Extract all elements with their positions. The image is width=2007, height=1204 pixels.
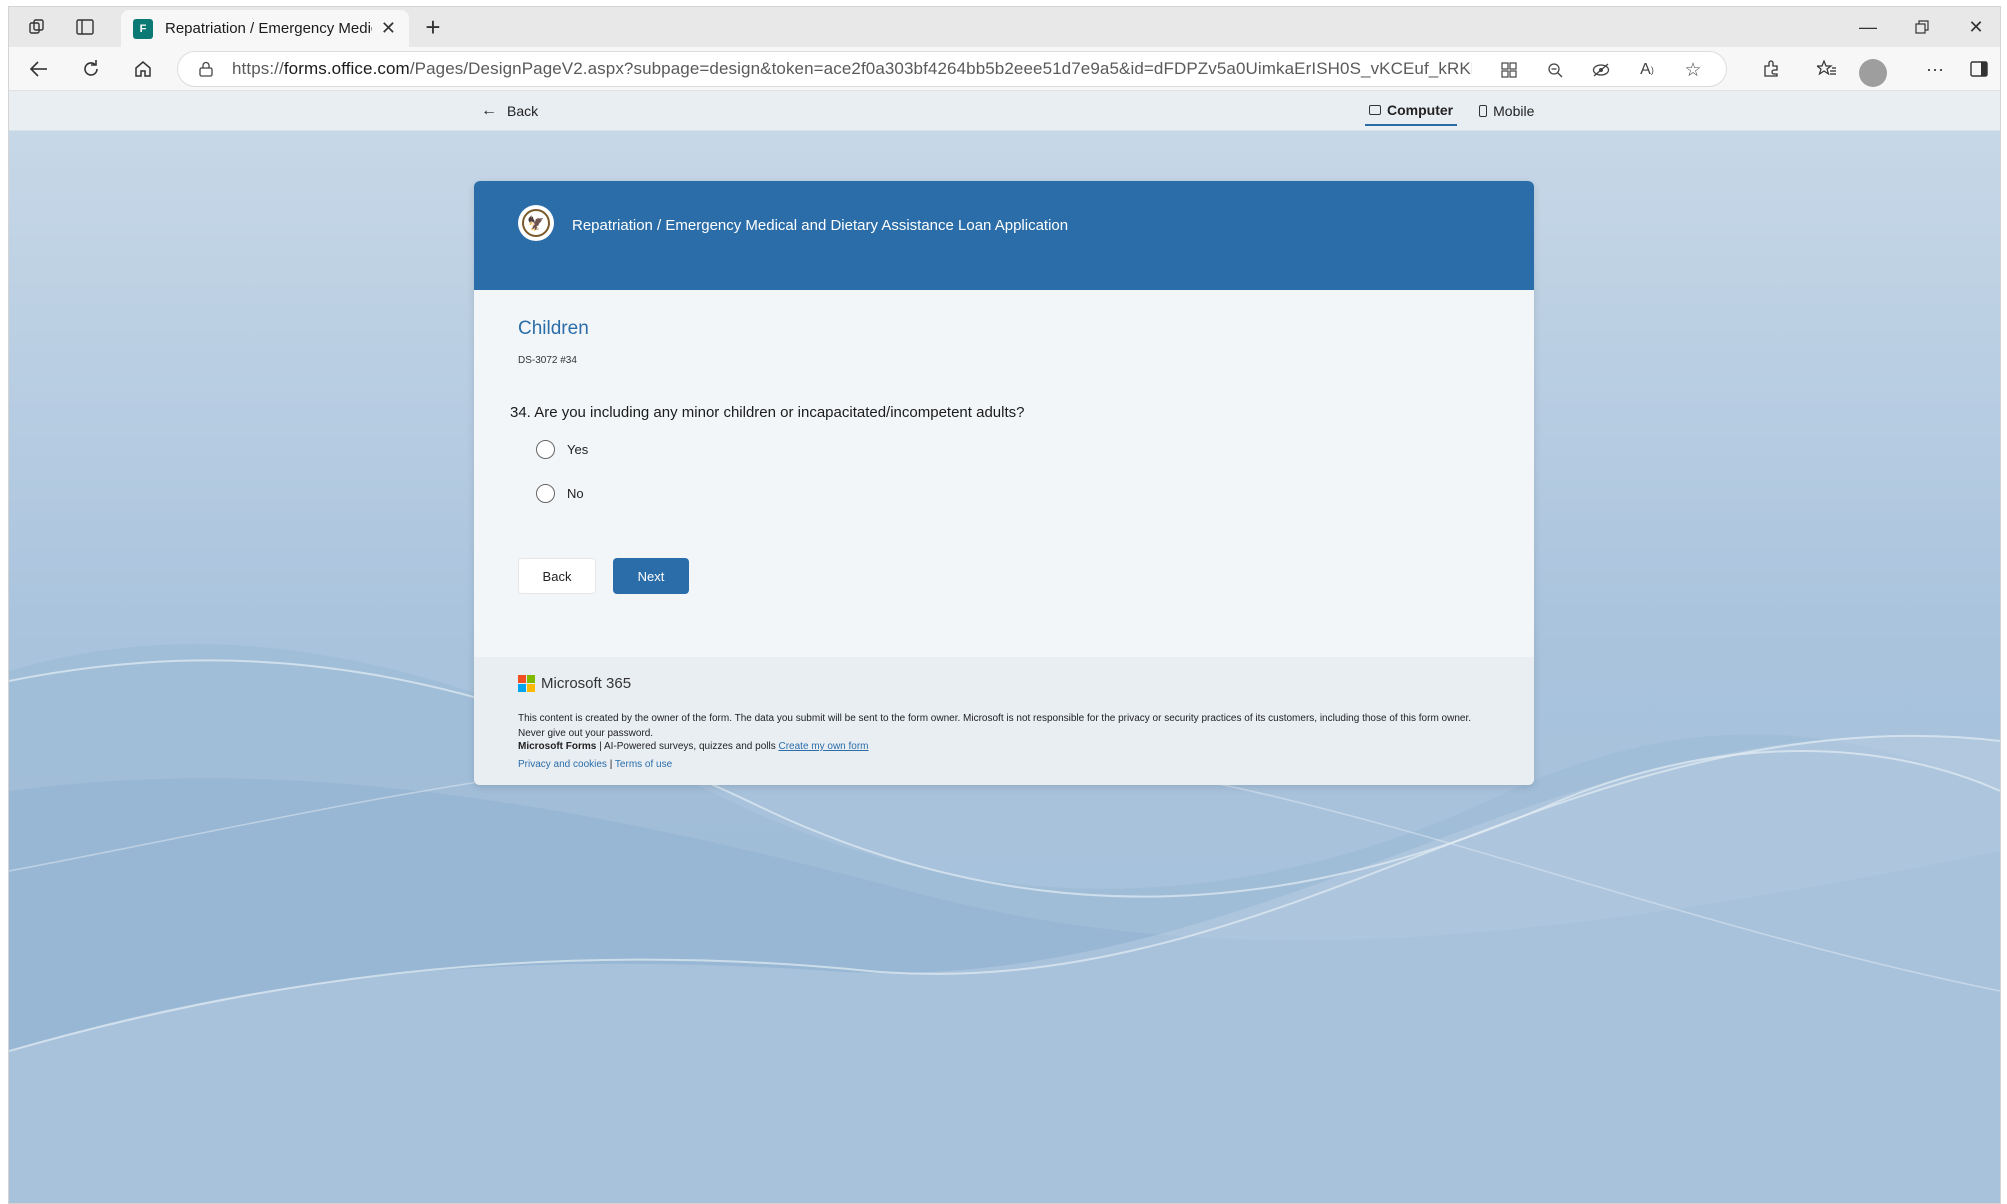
favorites-icon[interactable]	[1807, 53, 1847, 85]
tab-mobile[interactable]: Mobile	[1475, 99, 1538, 126]
extensions-icon[interactable]	[1751, 53, 1791, 85]
zoom-out-icon[interactable]	[1532, 56, 1578, 84]
designer-top-strip: ← Back Computer Mobile	[9, 91, 2000, 131]
browser-window: F Repatriation / Emergency Medical and D…	[8, 6, 2001, 1204]
tab-bar: F Repatriation / Emergency Medical and D…	[9, 7, 2000, 47]
form-body: Children DS-3072 #34 34. Are you includi…	[474, 290, 1534, 657]
computer-icon	[1369, 105, 1381, 115]
product-name: Microsoft Forms	[518, 741, 597, 752]
url-text: https://forms.office.com/Pages/DesignPag…	[232, 59, 1472, 78]
lock-icon[interactable]	[196, 59, 216, 79]
more-menu-icon[interactable]: ···	[1915, 53, 1955, 85]
terms-link[interactable]: Terms of use	[615, 759, 672, 770]
forms-favicon-icon: F	[133, 18, 153, 39]
privacy-link[interactable]: Privacy and cookies	[518, 759, 607, 770]
close-window-icon[interactable]: ✕	[1953, 13, 1999, 41]
mobile-icon	[1479, 105, 1488, 117]
tab-computer[interactable]: Computer	[1365, 99, 1458, 126]
designer-back-link[interactable]: ← Back	[481, 102, 538, 120]
create-form-link[interactable]: Create my own form	[778, 741, 868, 752]
preview-view-toggle: Computer Mobile	[1365, 99, 1556, 126]
refresh-icon[interactable]	[73, 53, 109, 85]
back-arrow-small-icon: ←	[481, 102, 497, 119]
question-text: 34. Are you including any minor children…	[510, 404, 1025, 421]
option-yes[interactable]: Yes	[536, 440, 588, 459]
url-field[interactable]: https://forms.office.com/Pages/DesignPag…	[177, 51, 1727, 87]
minimize-icon[interactable]: —	[1845, 13, 1891, 41]
brand-name: Microsoft 365	[541, 675, 632, 692]
section-subtitle: DS-3072 #34	[518, 355, 577, 366]
microsoft-logo-icon	[518, 675, 535, 692]
footer-legal: Privacy and cookies | Terms of use	[518, 759, 673, 770]
section-title: Children	[518, 318, 589, 339]
page-viewport: ← Back Computer Mobile 🦅 Repatriation / …	[9, 91, 2000, 1203]
home-icon[interactable]	[125, 53, 161, 85]
option-yes-label: Yes	[567, 442, 589, 457]
address-bar: https://forms.office.com/Pages/DesignPag…	[9, 47, 2000, 91]
restore-icon[interactable]	[1899, 13, 1945, 41]
new-tab-icon[interactable]: +	[415, 12, 451, 42]
tab-active[interactable]: F Repatriation / Emergency Medical and D…	[121, 10, 409, 47]
footer-disclaimer: This content is created by the owner of …	[518, 713, 1472, 739]
form-title: Repatriation / Emergency Medical and Die…	[572, 217, 1069, 234]
back-arrow-icon[interactable]	[21, 53, 57, 85]
read-aloud-icon[interactable]: A)	[1624, 56, 1670, 84]
tab-title: Repatriation / Emergency Medical and Die…	[165, 20, 372, 37]
sidebar-toggle-icon[interactable]	[1959, 53, 1999, 85]
microsoft-365-logo: Microsoft 365	[518, 675, 631, 692]
form-footer: Microsoft 365 This content is created by…	[474, 657, 1534, 785]
workspaces-icon[interactable]	[19, 13, 55, 41]
tab-close-icon[interactable]: ✕	[380, 18, 397, 39]
state-department-seal-icon: 🦅	[518, 205, 554, 241]
form-card: 🦅 Repatriation / Emergency Medical and D…	[474, 181, 1534, 785]
tab-actions-icon[interactable]	[67, 13, 103, 41]
form-header: 🦅 Repatriation / Emergency Medical and D…	[474, 181, 1534, 290]
tracking-prevention-icon[interactable]	[1578, 56, 1624, 84]
profile-avatar[interactable]	[1859, 59, 1887, 87]
radio-yes[interactable]	[536, 440, 555, 459]
app-available-icon[interactable]	[1486, 56, 1532, 84]
option-no-label: No	[567, 486, 584, 501]
next-button[interactable]: Next	[613, 558, 689, 594]
radio-no[interactable]	[536, 484, 555, 503]
option-no[interactable]: No	[536, 484, 584, 503]
footer-promo: Microsoft Forms | AI-Powered surveys, qu…	[518, 741, 869, 752]
favorite-star-icon[interactable]: ☆	[1670, 56, 1716, 84]
back-button[interactable]: Back	[518, 558, 596, 594]
